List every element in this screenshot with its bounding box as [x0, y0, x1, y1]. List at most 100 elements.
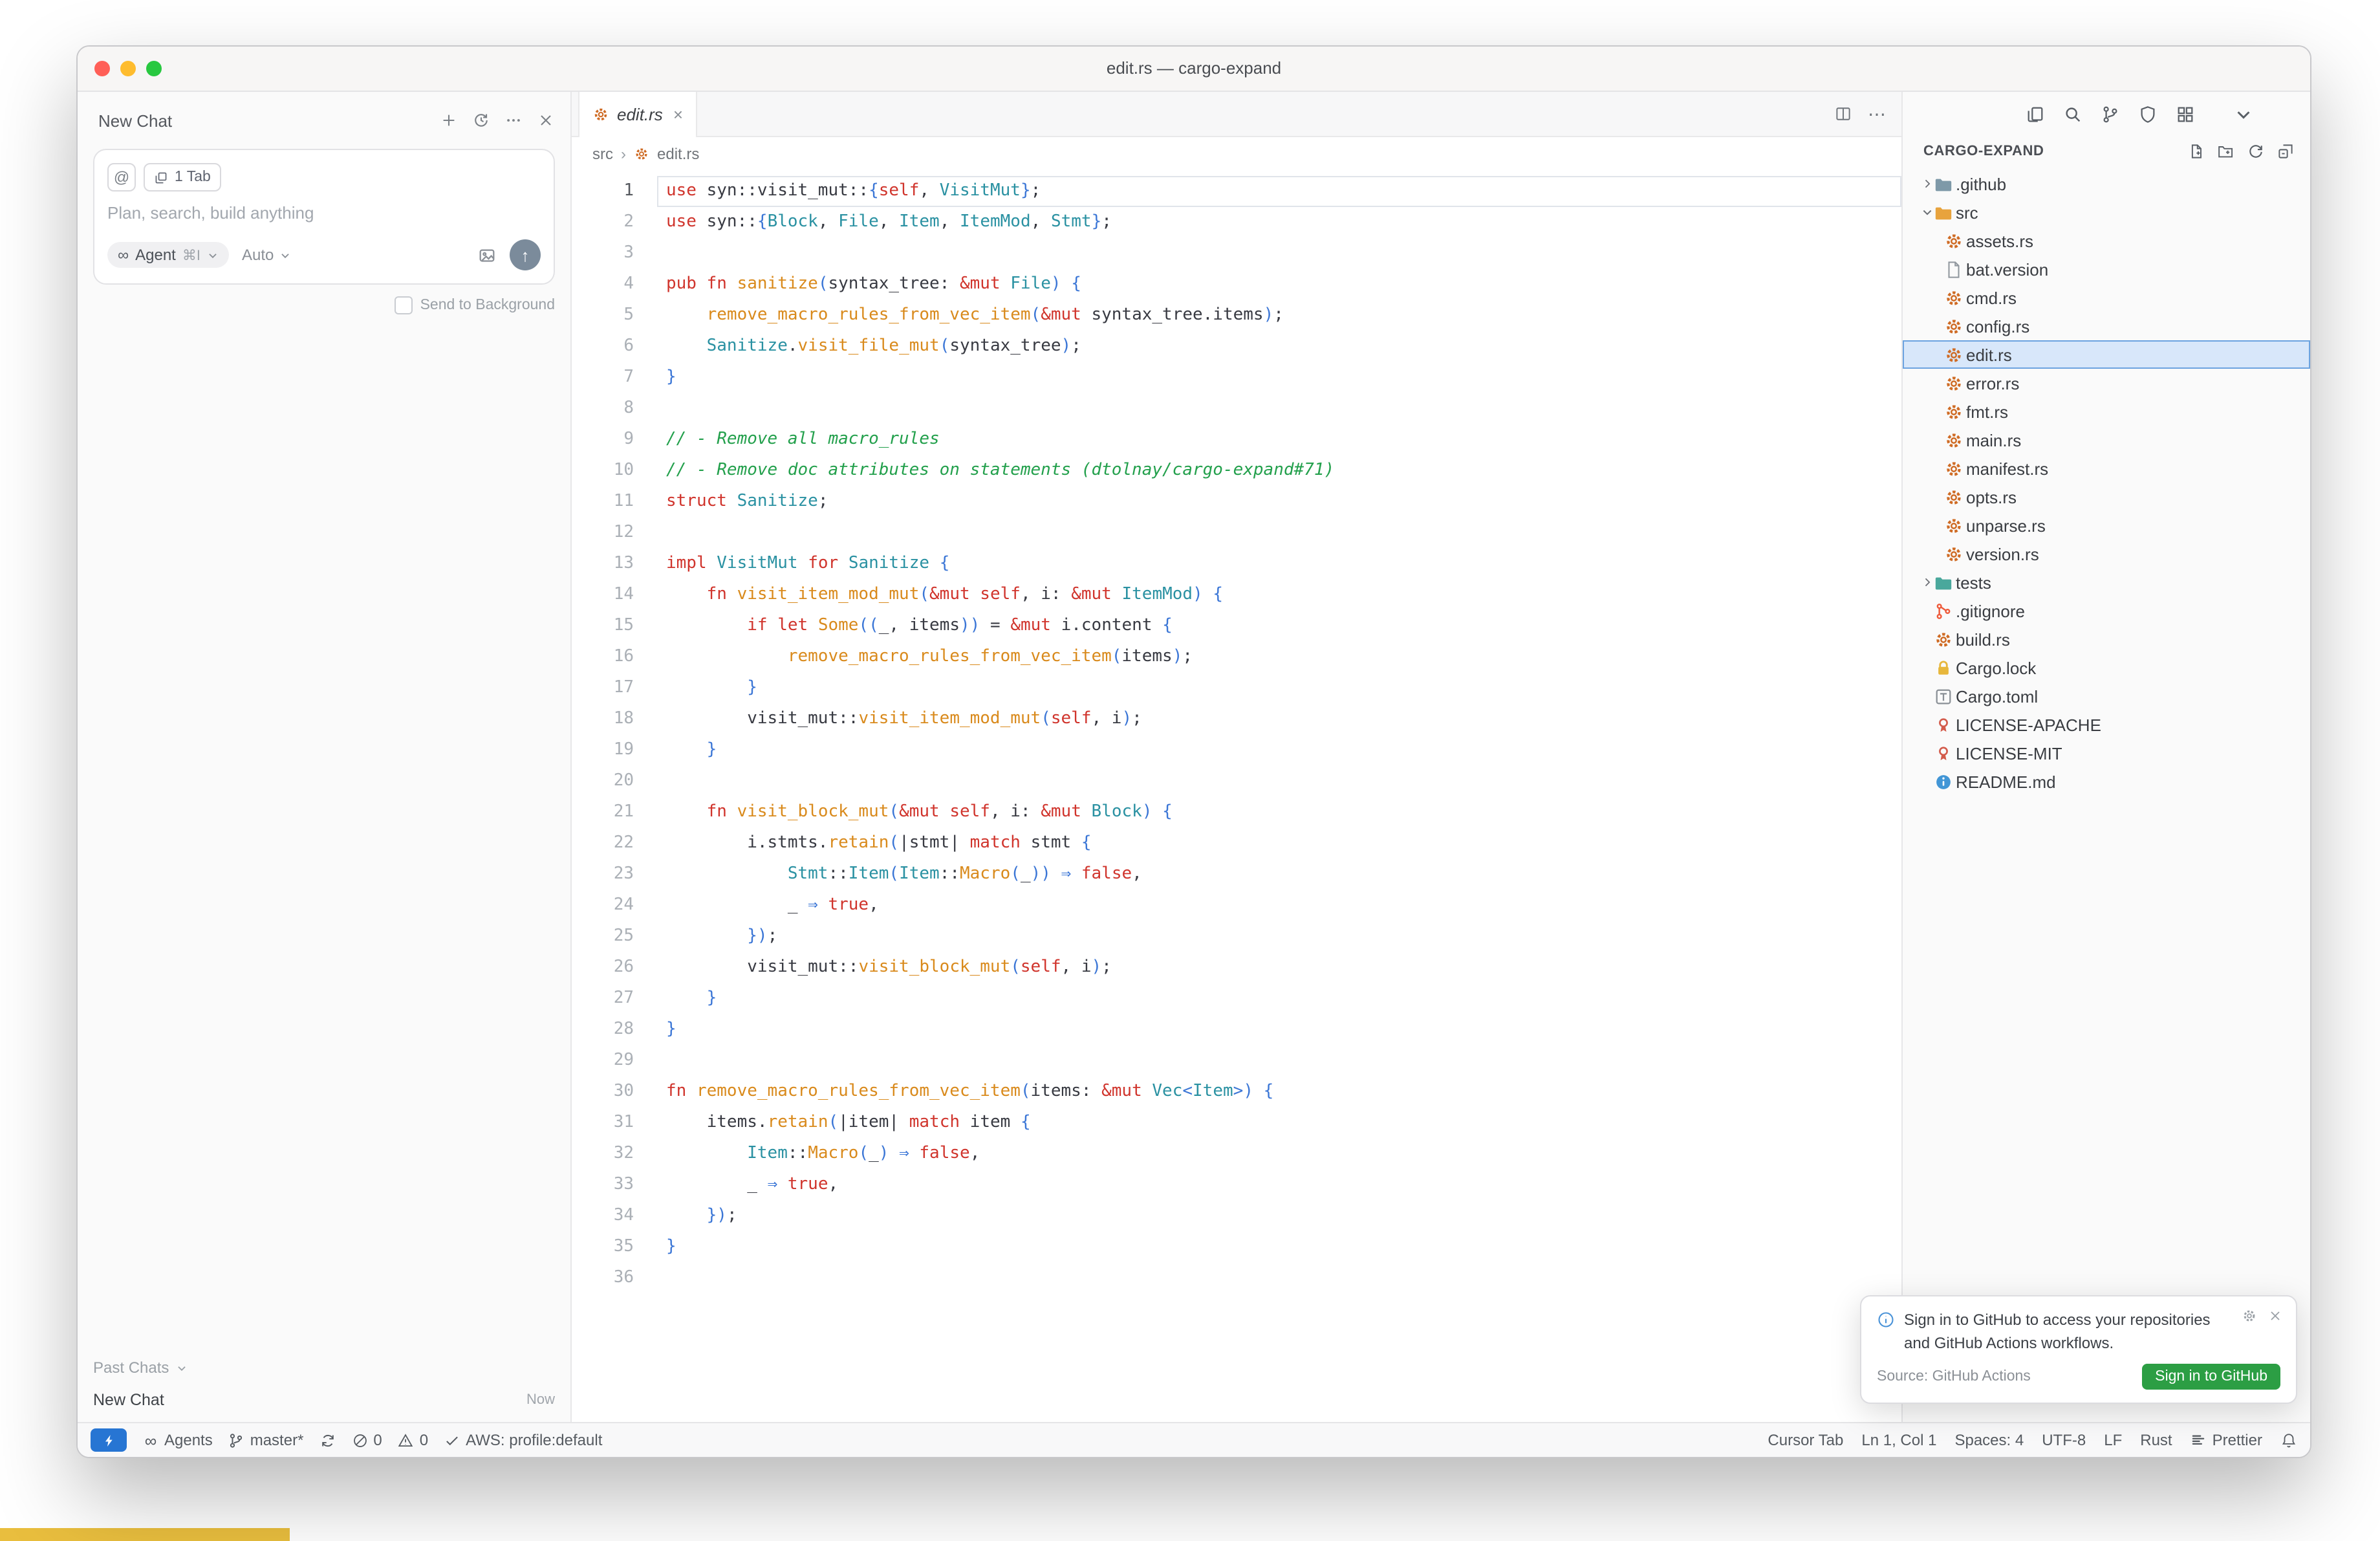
- code-line[interactable]: 6 Sanitize.visit_file_mut(syntax_tree);: [572, 331, 1901, 362]
- sync-status[interactable]: [319, 1432, 336, 1448]
- tree-item-.github[interactable]: .github: [1903, 169, 2310, 198]
- code-line[interactable]: 10// - Remove doc attributes on statemen…: [572, 455, 1901, 486]
- code-line[interactable]: 14 fn visit_item_mod_mut(&mut self, i: &…: [572, 580, 1901, 611]
- send-to-background-checkbox[interactable]: [395, 296, 413, 314]
- breadcrumb-file[interactable]: edit.rs: [657, 145, 699, 163]
- send-button[interactable]: ↑: [510, 239, 541, 270]
- code-line[interactable]: 3: [572, 238, 1901, 269]
- code-line[interactable]: 32 Item::Macro(_) ⇒ false,: [572, 1139, 1901, 1170]
- search-icon[interactable]: [2063, 104, 2082, 124]
- tree-item-tests[interactable]: tests: [1903, 568, 2310, 596]
- code-line[interactable]: 23 Stmt::Item(Item::Macro(_)) ⇒ false,: [572, 859, 1901, 890]
- breadcrumb[interactable]: src › edit.rs: [572, 137, 1901, 171]
- code-line[interactable]: 7}: [572, 362, 1901, 393]
- tree-item-unparse.rs[interactable]: unparse.rs: [1903, 511, 2310, 540]
- code-line[interactable]: 5 remove_macro_rules_from_vec_item(&mut …: [572, 300, 1901, 331]
- code-line[interactable]: 15 if let Some((_, items)) = &mut i.cont…: [572, 611, 1901, 642]
- chevron-down-icon[interactable]: [1921, 206, 1934, 219]
- line-col-status[interactable]: Ln 1, Col 1: [1861, 1431, 1936, 1449]
- tab-close-icon[interactable]: ×: [673, 105, 683, 124]
- code-area[interactable]: 1use syn::visit_mut::{self, VisitMut};2u…: [572, 171, 1901, 1422]
- remote-indicator[interactable]: [91, 1428, 127, 1452]
- chevron-right-icon[interactable]: [1921, 177, 1934, 190]
- encoding-status[interactable]: UTF-8: [2042, 1431, 2086, 1449]
- tree-item-fmt.rs[interactable]: fmt.rs: [1903, 397, 2310, 426]
- code-line[interactable]: 21 fn visit_block_mut(&mut self, i: &mut…: [572, 797, 1901, 828]
- tree-item-config.rs[interactable]: config.rs: [1903, 312, 2310, 340]
- code-line[interactable]: 11struct Sanitize;: [572, 486, 1901, 518]
- code-line[interactable]: 30fn remove_macro_rules_from_vec_item(it…: [572, 1077, 1901, 1108]
- tree-item-main.rs[interactable]: main.rs: [1903, 426, 2310, 454]
- breadcrumb-src[interactable]: src: [592, 145, 613, 163]
- tree-item-.gitignore[interactable]: .gitignore: [1903, 596, 2310, 625]
- agents-status[interactable]: ∞Agents: [142, 1431, 213, 1449]
- code-line[interactable]: 27 }: [572, 983, 1901, 1014]
- tree-item-manifest.rs[interactable]: manifest.rs: [1903, 454, 2310, 483]
- tree-item-LICENSE-APACHE[interactable]: LICENSE-APACHE: [1903, 710, 2310, 739]
- warnings-status[interactable]: 0: [398, 1431, 428, 1449]
- plus-icon[interactable]: [440, 111, 458, 129]
- tree-item-version.rs[interactable]: version.rs: [1903, 540, 2310, 568]
- code-line[interactable]: 22 i.stmts.retain(|stmt| match stmt {: [572, 828, 1901, 859]
- more-icon[interactable]: [504, 111, 523, 129]
- code-line[interactable]: 18 visit_mut::visit_item_mod_mut(self, i…: [572, 704, 1901, 735]
- code-line[interactable]: 9// - Remove all macro_rules: [572, 424, 1901, 455]
- code-line[interactable]: 25 });: [572, 921, 1901, 952]
- split-editor-icon[interactable]: [1834, 105, 1852, 123]
- mention-button[interactable]: @: [107, 163, 136, 191]
- code-line[interactable]: 13impl VisitMut for Sanitize {: [572, 549, 1901, 580]
- code-line[interactable]: 2use syn::{Block, File, Item, ItemMod, S…: [572, 207, 1901, 238]
- context-tab-pill[interactable]: 1 Tab: [144, 163, 221, 191]
- model-selector[interactable]: Auto: [242, 246, 290, 264]
- agent-mode-selector[interactable]: ∞ Agent ⌘I: [107, 242, 229, 268]
- image-attach-button[interactable]: [477, 245, 497, 265]
- code-line[interactable]: 28}: [572, 1014, 1901, 1045]
- tree-item-build.rs[interactable]: build.rs: [1903, 625, 2310, 653]
- refresh-icon[interactable]: [2247, 142, 2265, 160]
- chat-history-item[interactable]: New Chat Now: [93, 1391, 555, 1409]
- extensions-icon[interactable]: [2176, 104, 2195, 124]
- past-chats-toggle[interactable]: Past Chats: [93, 1359, 555, 1377]
- tree-item-cmd.rs[interactable]: cmd.rs: [1903, 283, 2310, 312]
- git-branch-status[interactable]: master*: [228, 1431, 304, 1449]
- code-line[interactable]: 33 _ ⇒ true,: [572, 1170, 1901, 1201]
- shield-icon[interactable]: [2138, 104, 2158, 124]
- tab-edit-rs[interactable]: edit.rs ×: [578, 92, 697, 137]
- code-line[interactable]: 19 }: [572, 735, 1901, 766]
- editor-more-icon[interactable]: ⋯: [1868, 103, 1886, 125]
- tree-item-error.rs[interactable]: error.rs: [1903, 369, 2310, 397]
- tree-item-LICENSE-MIT[interactable]: LICENSE-MIT: [1903, 739, 2310, 767]
- aws-status[interactable]: AWS: profile:default: [444, 1431, 602, 1449]
- tree-item-README.md[interactable]: README.md: [1903, 767, 2310, 796]
- tree-item-src[interactable]: src: [1903, 198, 2310, 226]
- cursor-tab-status[interactable]: Cursor Tab: [1768, 1431, 1843, 1449]
- code-line[interactable]: 8: [572, 393, 1901, 424]
- code-line[interactable]: 24 _ ⇒ true,: [572, 890, 1901, 921]
- code-line[interactable]: 16 remove_macro_rules_from_vec_item(item…: [572, 642, 1901, 673]
- language-status[interactable]: Rust: [2140, 1431, 2172, 1449]
- copy-icon[interactable]: [2026, 104, 2045, 124]
- code-line[interactable]: 4pub fn sanitize(syntax_tree: &mut File)…: [572, 269, 1901, 300]
- code-line[interactable]: 26 visit_mut::visit_block_mut(self, i);: [572, 952, 1901, 983]
- indentation-status[interactable]: Spaces: 4: [1954, 1431, 2024, 1449]
- tree-item-assets.rs[interactable]: assets.rs: [1903, 226, 2310, 255]
- eol-status[interactable]: LF: [2104, 1431, 2122, 1449]
- sign-in-github-button[interactable]: Sign in to GitHub: [2142, 1364, 2280, 1390]
- close-icon[interactable]: [537, 111, 555, 129]
- code-line[interactable]: 34 });: [572, 1201, 1901, 1232]
- code-line[interactable]: 35}: [572, 1232, 1901, 1263]
- notifications-bell[interactable]: [2280, 1432, 2297, 1448]
- code-line[interactable]: 20: [572, 766, 1901, 797]
- tree-item-bat.version[interactable]: bat.version: [1903, 255, 2310, 283]
- tree-item-Cargo.toml[interactable]: Cargo.toml: [1903, 682, 2310, 710]
- new-folder-icon[interactable]: [2217, 142, 2235, 160]
- history-icon[interactable]: [472, 111, 490, 129]
- code-line[interactable]: 17 }: [572, 673, 1901, 704]
- chevron-down-icon[interactable]: [2234, 104, 2253, 124]
- gear-icon[interactable]: [2242, 1308, 2257, 1324]
- prettier-status[interactable]: Prettier: [2191, 1431, 2262, 1449]
- code-line[interactable]: 12: [572, 518, 1901, 549]
- errors-status[interactable]: 0: [351, 1431, 382, 1449]
- code-line[interactable]: 29: [572, 1045, 1901, 1077]
- close-icon[interactable]: [2267, 1308, 2283, 1324]
